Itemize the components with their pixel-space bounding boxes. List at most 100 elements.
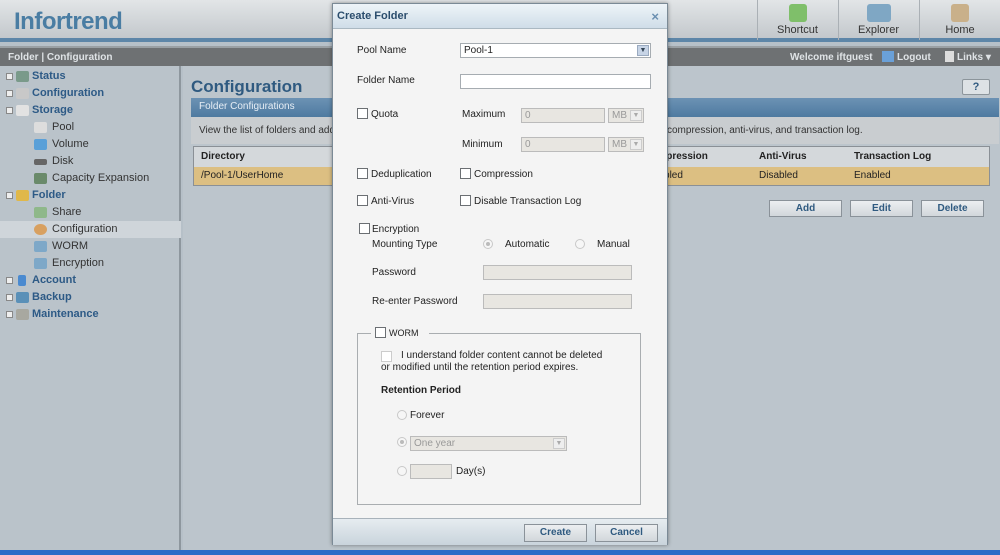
storage-icon xyxy=(16,105,29,116)
home-button[interactable]: Home xyxy=(919,0,1000,40)
days-input[interactable] xyxy=(410,464,452,479)
expand-icon[interactable] xyxy=(6,73,13,80)
compression-label: Compression xyxy=(474,169,533,180)
minimum-input[interactable]: 0 xyxy=(521,137,605,152)
sidebar-item-encryption[interactable]: Encryption xyxy=(0,255,181,272)
maximum-unit-select[interactable]: MB ▼ xyxy=(608,108,644,123)
chevron-down-icon: ▼ xyxy=(553,438,565,449)
sidebar-item-configuration[interactable]: Configuration xyxy=(0,85,181,102)
pool-name-select[interactable]: Pool-1 ▼ xyxy=(460,43,651,58)
disable-transaction-log-checkbox[interactable] xyxy=(460,195,471,206)
edit-button[interactable]: Edit xyxy=(850,200,913,217)
help-button[interactable]: ? xyxy=(962,79,990,95)
description-end: compression, anti-virus, and transaction… xyxy=(667,125,863,136)
period-radio[interactable] xyxy=(397,437,407,447)
password-label: Password xyxy=(372,267,416,278)
delete-button[interactable]: Delete xyxy=(921,200,984,217)
sidebar-item-worm[interactable]: WORM xyxy=(0,238,181,255)
days-label: Day(s) xyxy=(456,466,486,477)
close-icon[interactable]: × xyxy=(651,9,659,24)
password-input[interactable] xyxy=(483,265,632,280)
backup-icon xyxy=(16,292,29,303)
manual-radio[interactable] xyxy=(575,239,585,249)
automatic-radio[interactable] xyxy=(483,239,493,249)
col-transaction-log[interactable]: Transaction Log xyxy=(854,147,931,167)
folder-name-label: Folder Name xyxy=(357,75,415,86)
sidebar-label: Storage xyxy=(32,104,73,116)
sidebar-item-folder[interactable]: Folder xyxy=(0,187,181,204)
sidebar-item-capacity-expansion[interactable]: Capacity Expansion xyxy=(0,170,181,187)
description-start: View the list of folders and add xyxy=(199,125,336,136)
sidebar-item-backup[interactable]: Backup xyxy=(0,289,181,306)
sidebar-item-share[interactable]: Share xyxy=(0,204,181,221)
logo: Infortrend xyxy=(14,8,123,35)
logout-link[interactable]: Logout xyxy=(897,52,931,63)
maximum-input[interactable]: 0 xyxy=(521,108,605,123)
forever-radio[interactable] xyxy=(397,410,407,420)
pool-name-value: Pool-1 xyxy=(464,45,493,56)
volume-icon xyxy=(34,139,47,150)
explorer-button[interactable]: Explorer xyxy=(838,0,918,40)
days-radio[interactable] xyxy=(397,466,407,476)
folder-name-input[interactable] xyxy=(460,74,651,89)
antivirus-label: Anti-Virus xyxy=(371,196,415,207)
compression-checkbox[interactable] xyxy=(460,168,471,179)
encryption-icon xyxy=(34,258,47,269)
expand-icon[interactable] xyxy=(6,294,13,301)
create-folder-dialog: Create Folder × Pool Name Pool-1 ▼ Folder … xyxy=(332,3,668,545)
deduplication-label: Deduplication xyxy=(371,169,432,180)
sidebar-item-status[interactable]: Status xyxy=(0,68,181,85)
col-antivirus[interactable]: Anti-Virus xyxy=(759,147,807,167)
folder-icon xyxy=(16,190,29,201)
expansion-icon xyxy=(34,173,47,184)
chevron-down-icon: ▼ xyxy=(630,139,642,150)
sidebar-item-account[interactable]: Account xyxy=(0,272,181,289)
links-menu[interactable]: Links ▾ xyxy=(957,52,991,63)
collapse-icon[interactable] xyxy=(6,192,13,199)
pool-name-label: Pool Name xyxy=(357,45,407,56)
sidebar-item-pool[interactable]: Pool xyxy=(0,119,181,136)
expand-icon[interactable] xyxy=(6,311,13,318)
deduplication-checkbox[interactable] xyxy=(357,168,368,179)
sidebar-item-disk[interactable]: Disk xyxy=(0,153,181,170)
sidebar-label: Share xyxy=(52,206,82,218)
worm-acknowledge-checkbox[interactable] xyxy=(381,351,392,362)
col-directory[interactable]: Directory xyxy=(201,147,245,167)
shortcut-button[interactable]: Shortcut xyxy=(757,0,837,40)
encryption-checkbox[interactable] xyxy=(359,223,370,234)
minimum-unit-select[interactable]: MB ▼ xyxy=(608,137,644,152)
antivirus-checkbox[interactable] xyxy=(357,195,368,206)
sidebar-label: Pool xyxy=(52,121,75,133)
sidebar-item-storage[interactable]: Storage xyxy=(0,102,181,119)
worm-icon xyxy=(34,241,47,252)
minimum-unit: MB xyxy=(612,139,627,150)
shortcut-label: Shortcut xyxy=(777,24,818,36)
links-icon xyxy=(945,51,954,62)
add-button[interactable]: Add xyxy=(769,200,842,217)
period-select[interactable]: One year ▼ xyxy=(410,436,567,451)
share-icon xyxy=(34,207,47,218)
sidebar-label: Backup xyxy=(32,291,72,303)
quota-checkbox[interactable] xyxy=(357,108,368,119)
worm-legend: WORM xyxy=(371,326,429,340)
sidebar-label: Account xyxy=(32,274,76,286)
collapse-icon[interactable] xyxy=(6,107,13,114)
expand-icon[interactable] xyxy=(6,277,13,284)
taskbar xyxy=(0,550,1000,555)
create-button[interactable]: Create xyxy=(524,524,587,542)
worm-checkbox[interactable] xyxy=(375,327,386,338)
mounting-type-label: Mounting Type xyxy=(372,239,438,250)
sidebar-item-maintenance[interactable]: Maintenance xyxy=(0,306,181,323)
expand-icon[interactable] xyxy=(6,90,13,97)
sidebar-label: WORM xyxy=(52,240,89,252)
sidebar-label: Status xyxy=(32,70,66,82)
status-icon xyxy=(16,71,29,82)
dialog-footer: Create Cancel xyxy=(333,518,667,545)
reenter-password-input[interactable] xyxy=(483,294,632,309)
sidebar-item-volume[interactable]: Volume xyxy=(0,136,181,153)
sidebar-label: Disk xyxy=(52,155,74,167)
cancel-button[interactable]: Cancel xyxy=(595,524,658,542)
automatic-label: Automatic xyxy=(505,239,550,250)
sidebar-item-folder-configuration[interactable]: Configuration xyxy=(0,221,181,238)
period-value: One year xyxy=(414,438,456,449)
